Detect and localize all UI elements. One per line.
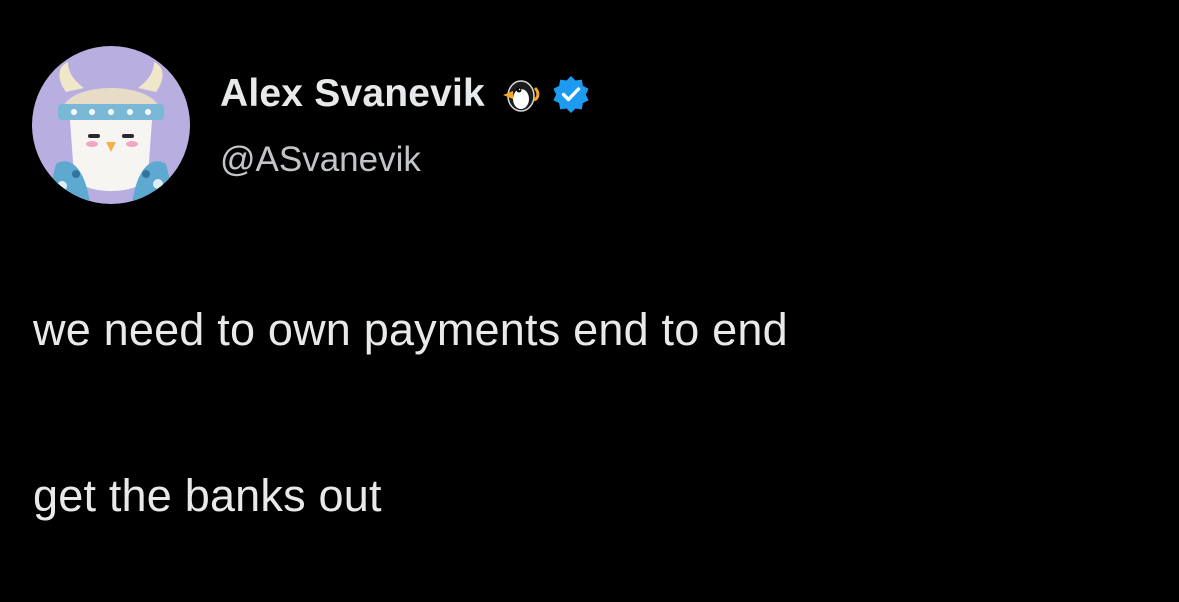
avatar[interactable]	[32, 46, 190, 204]
tweet-text-line: we need to own payments end to end	[33, 304, 788, 355]
author-display-name[interactable]: Alex Svanevik	[220, 72, 485, 116]
author-name-row[interactable]: Alex Svanevik	[220, 68, 591, 120]
tweet-card: Alex Svanevik @ASvanevik we need to own …	[0, 0, 1179, 602]
avatar-image	[32, 46, 190, 204]
verified-badge-icon[interactable]	[551, 74, 591, 114]
tweet-text-line: get the banks out	[33, 470, 382, 521]
penguin-icon	[499, 74, 541, 114]
author-handle[interactable]: @ASvanevik	[220, 140, 421, 180]
